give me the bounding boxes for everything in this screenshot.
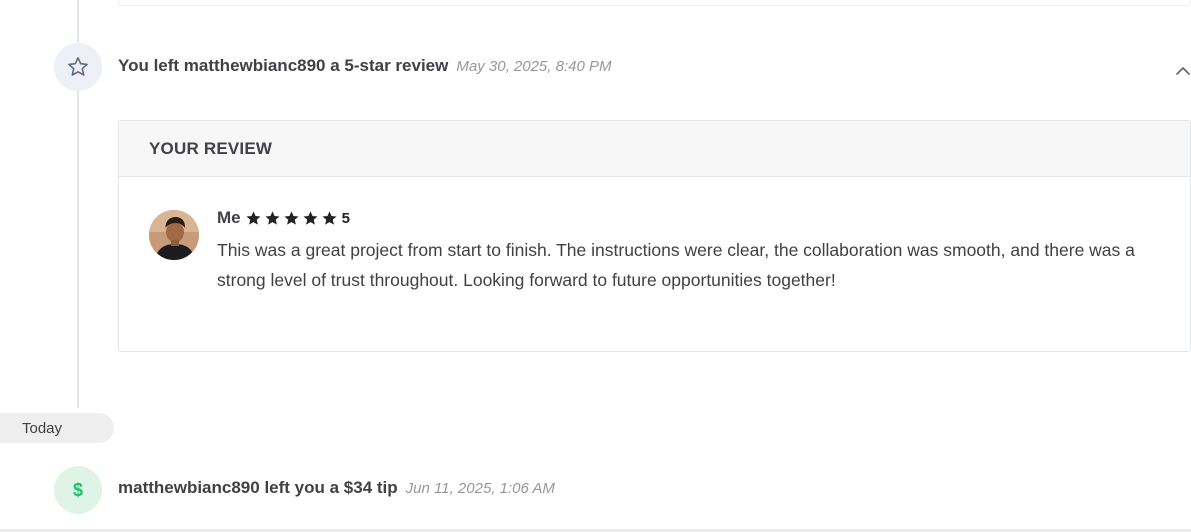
avatar <box>149 210 199 260</box>
tip-event-text: matthewbianc890 left you a $34 tip <box>118 478 398 497</box>
star-rating <box>245 210 340 227</box>
date-divider-today: Today <box>0 413 114 443</box>
tip-event-timestamp: Jun 11, 2025, 1:06 AM <box>405 480 555 497</box>
review-event-text: You left matthewbianc890 a 5-star review <box>118 56 449 75</box>
reviewer-name: Me <box>217 208 241 227</box>
review-card: YOUR REVIEW Me 5 This was a great projec… <box>118 120 1191 352</box>
review-card-header: YOUR REVIEW <box>119 121 1190 177</box>
filled-star-icon <box>322 210 337 225</box>
filled-star-icon <box>303 210 318 225</box>
dollar-icon: $ <box>54 466 102 514</box>
filled-star-icon <box>284 210 299 225</box>
star-icon <box>68 57 88 76</box>
order-timeline: You left matthewbianc890 a 5-star review… <box>0 0 1191 532</box>
review-event-icon <box>54 43 102 91</box>
dollar-glyph: $ <box>72 479 83 500</box>
reviewer-line: Me 5 <box>217 208 350 228</box>
rating-value: 5 <box>341 209 350 227</box>
filled-star-icon <box>265 210 280 225</box>
review-event-timestamp: May 30, 2025, 8:40 PM <box>456 58 612 75</box>
chevron-up-icon[interactable] <box>1174 62 1191 80</box>
previous-card-edge <box>118 0 1191 6</box>
tip-event-title: matthewbianc890 left you a $34 tip Jun 11… <box>118 478 555 498</box>
filled-star-icon <box>246 210 261 225</box>
review-text: This was a great project from start to f… <box>217 240 1135 290</box>
review-event-title: You left matthewbianc890 a 5-star review… <box>118 56 611 76</box>
